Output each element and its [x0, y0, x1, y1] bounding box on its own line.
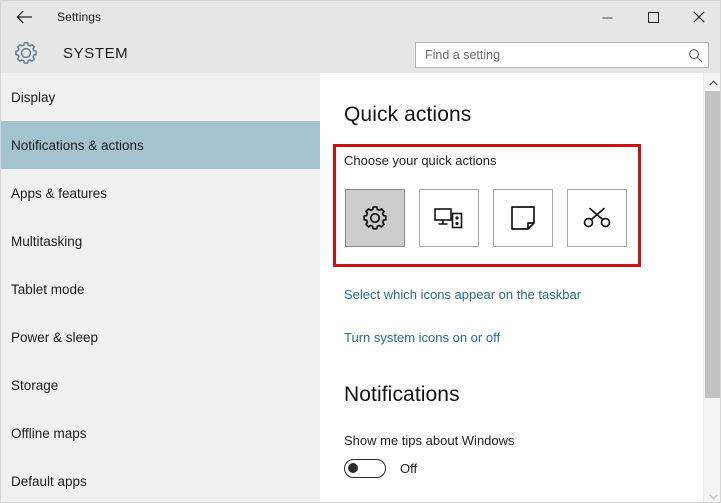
- sidebar-item-label: Power & sleep: [11, 329, 99, 345]
- window-controls: [584, 1, 720, 33]
- sidebar-item-label: Display: [11, 89, 56, 105]
- notifications-heading: Notifications: [344, 383, 460, 406]
- show-tips-toggle-row: Off: [344, 459, 417, 478]
- window-title: Settings: [57, 10, 102, 24]
- search-box[interactable]: [415, 42, 709, 68]
- body-area: Display Notifications & actions Apps & f…: [1, 73, 720, 503]
- gear-icon: [3, 40, 49, 66]
- link-select-taskbar-icons[interactable]: Select which icons appear on the taskbar: [344, 287, 581, 302]
- search-input[interactable]: [416, 43, 682, 67]
- sidebar-item-label: Apps & features: [11, 185, 108, 201]
- quick-action-tile-note[interactable]: [493, 189, 553, 247]
- sidebar-item-multitasking[interactable]: Multitasking: [1, 217, 320, 265]
- sidebar-item-apps-and-features[interactable]: Apps & features: [1, 169, 320, 217]
- minimize-icon: [602, 12, 613, 23]
- quick-action-tile-connect[interactable]: [419, 189, 479, 247]
- choose-quick-actions-label: Choose your quick actions: [344, 153, 497, 168]
- quick-action-tile-snip[interactable]: [567, 189, 627, 247]
- connect-display-icon: [434, 205, 464, 231]
- sidebar-item-label: Storage: [11, 377, 59, 393]
- search-icon[interactable]: [682, 48, 708, 63]
- gear-icon: [361, 204, 389, 232]
- minimize-button[interactable]: [584, 1, 630, 33]
- sidebar-item-power-and-sleep[interactable]: Power & sleep: [1, 313, 320, 361]
- sidebar-item-label: Offline maps: [11, 425, 87, 441]
- maximize-button[interactable]: [630, 1, 676, 33]
- note-icon: [510, 205, 536, 231]
- content-scrollbar[interactable]: [703, 73, 720, 503]
- settings-content: Quick actions Choose your quick actions: [320, 73, 703, 502]
- sidebar-item-label: Notifications & actions: [11, 137, 144, 153]
- scroll-thumb[interactable]: [705, 91, 720, 398]
- chevron-up-icon: [708, 73, 718, 91]
- quick-action-tiles: [345, 189, 627, 247]
- page-title: SYSTEM: [63, 44, 129, 62]
- scroll-down-button[interactable]: [704, 487, 720, 503]
- sidebar-item-label: Default apps: [11, 473, 87, 489]
- back-button[interactable]: [1, 1, 47, 33]
- sidebar-item-label: Multitasking: [11, 233, 83, 249]
- show-tips-toggle[interactable]: [344, 459, 386, 478]
- scroll-up-button[interactable]: [704, 73, 720, 91]
- sidebar-item-offline-maps[interactable]: Offline maps: [1, 409, 320, 457]
- sidebar-item-default-apps[interactable]: Default apps: [1, 457, 320, 502]
- scissors-snip-icon: [583, 205, 611, 231]
- quick-action-tile-settings[interactable]: [345, 189, 405, 247]
- link-turn-system-icons-on-off[interactable]: Turn system icons on or off: [344, 330, 500, 345]
- toggle-state-label: Off: [400, 461, 418, 476]
- settings-sidebar: Display Notifications & actions Apps & f…: [1, 73, 320, 502]
- show-tips-label: Show me tips about Windows: [344, 433, 515, 448]
- sidebar-item-notifications-and-actions[interactable]: Notifications & actions: [1, 121, 320, 169]
- close-icon: [693, 11, 705, 23]
- quick-actions-heading: Quick actions: [344, 103, 472, 126]
- sidebar-item-storage[interactable]: Storage: [1, 361, 320, 409]
- maximize-icon: [647, 11, 659, 23]
- sidebar-item-tablet-mode[interactable]: Tablet mode: [1, 265, 320, 313]
- sidebar-item-label: Tablet mode: [11, 281, 85, 297]
- chevron-down-icon: [708, 487, 718, 503]
- back-arrow-icon: [16, 10, 33, 24]
- sidebar-item-display[interactable]: Display: [1, 73, 320, 121]
- toggle-knob: [348, 463, 358, 473]
- close-button[interactable]: [676, 1, 720, 33]
- settings-window: Settings SYSTEM Find a setting Display N…: [0, 0, 721, 503]
- title-bar: Settings: [1, 1, 720, 33]
